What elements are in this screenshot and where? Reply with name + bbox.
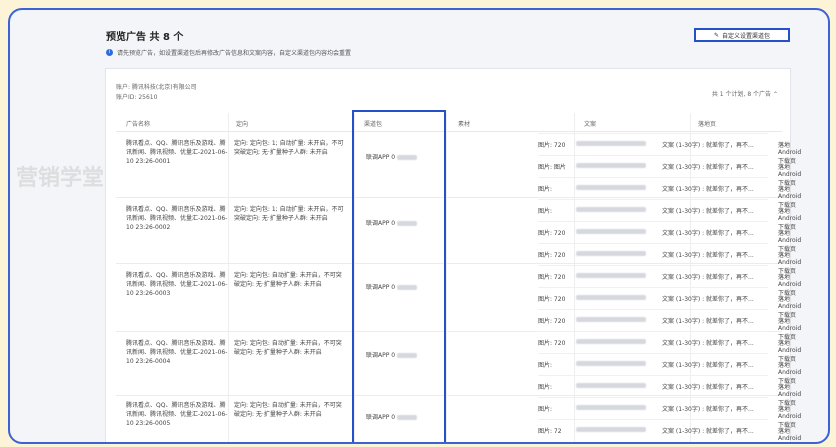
material-image: 图片: 720 xyxy=(538,230,566,237)
material-row: 图片: 文案 (1-30字) : 就差你了，再不... 落地Android下载页 xyxy=(538,397,801,429)
material-copy: 文案 (1-30字) : 就差你了，再不... xyxy=(662,274,754,281)
plan-summary[interactable]: 共 1 个计划, 8 个广告 ⌃ xyxy=(712,89,778,98)
blurred-value xyxy=(576,140,646,147)
custom-channel-button[interactable]: ✎ 自定义设置渠道包 xyxy=(694,28,790,42)
blurred-value xyxy=(576,360,646,367)
material-copy: 文案 (1-30字) : 就差你了，再不... xyxy=(662,318,754,325)
material-image: 图片: 720 xyxy=(538,142,566,149)
ad-name: 腾讯看点、QQ、腾讯音乐及游戏、腾讯新闻、腾讯视频、优量汇-2021-06-10… xyxy=(126,140,228,165)
blurred-value xyxy=(576,316,646,323)
material-copy: 文案 (1-30字) : 就差你了，再不... xyxy=(662,428,754,435)
page-title: 预览广告 共 8 个 xyxy=(106,32,184,43)
blurred-value xyxy=(576,426,646,433)
blurred-value xyxy=(576,206,646,213)
material-copy: 文案 (1-30字) : 就差你了，再不... xyxy=(662,142,754,149)
material-row: 图片: 720 文案 (1-30字) : 就差你了，再不... 落地Android下… xyxy=(538,265,801,297)
material-row: 图片: 图片 文案 (1-30字) : 就差你了，再不... 落地Android下载… xyxy=(538,155,801,187)
targeting-text: 定向: 定向包: 自动扩量: 未开启，不可突破定向: 无·扩量种子人群: 未开启 xyxy=(234,272,342,288)
preview-header: 预览广告 共 8 个 i 请先预览广告，如设置渠道包后再修改广告信息和文案内容，… xyxy=(98,26,798,66)
material-image: 图片: 72 xyxy=(538,428,562,435)
blurred-value xyxy=(576,250,646,257)
table-header: 广告名称 定向 渠道包 素材 文案 落地页 xyxy=(116,113,782,132)
preview-frame: 预览广告 共 8 个 i 请先预览广告，如设置渠道包后再修改广告信息和文案内容，… xyxy=(8,8,830,444)
blurred-value xyxy=(576,338,646,345)
chevron-up-icon: ⌃ xyxy=(772,91,778,98)
blurred-value xyxy=(576,404,646,411)
material-image: 图片: xyxy=(538,186,553,193)
edit-icon: ✎ xyxy=(713,31,719,39)
ad-name: 腾讯看点、QQ、腾讯音乐及游戏、腾讯新闻、腾讯视频、优量汇-2021-06-10… xyxy=(126,402,228,427)
material-copy: 文案 (1-30字) : 就差你了，再不... xyxy=(662,384,754,391)
channel-highlight-box xyxy=(352,110,446,442)
material-copy: 文案 (1-30字) : 就差你了，再不... xyxy=(662,230,754,237)
material-image: 图片: 图片 xyxy=(538,164,566,171)
material-copy: 文案 (1-30字) : 就差你了，再不... xyxy=(662,186,754,193)
blurred-value xyxy=(576,162,646,169)
account-info: 账户: 腾讯科技(北京)有限公司 账户ID: 25610 xyxy=(116,83,197,103)
info-icon: i xyxy=(106,49,113,56)
material-image: 图片: 720 xyxy=(538,318,566,325)
material-landing[interactable]: 落地Android下载页 xyxy=(778,426,801,442)
blurred-value xyxy=(576,294,646,301)
ad-name: 腾讯看点、QQ、腾讯音乐及游戏、腾讯新闻、腾讯视频、优量汇-2021-06-10… xyxy=(126,272,228,297)
account-id: 账户ID: 25610 xyxy=(116,94,158,101)
col-material: 素材 xyxy=(458,121,471,128)
preview-panel: 账户: 腾讯科技(北京)有限公司 账户ID: 25610 共 1 个计划, 8 … xyxy=(105,68,801,442)
material-row: 图片: 720 文案 (1-30字) : 就差你了，再不... 落地Android下… xyxy=(538,287,801,319)
material-image: 图片: 720 xyxy=(538,340,566,347)
material-row: 图片: 720 文案 (1-30字) : 就差你了，再不... 落地Android下… xyxy=(538,309,801,341)
material-row: 图片: 文案 (1-30字) : 就差你了，再不... 落地Android下载页 xyxy=(538,177,801,209)
material-row: 图片: 文案 (1-30字) : 就差你了，再不... 落地Android下载页 xyxy=(538,353,801,385)
material-copy: 文案 (1-30字) : 就差你了，再不... xyxy=(662,406,754,413)
material-copy: 文案 (1-30字) : 就差你了，再不... xyxy=(662,164,754,171)
blurred-value xyxy=(576,272,646,279)
account-name: 账户: 腾讯科技(北京)有限公司 xyxy=(116,84,197,91)
material-copy: 文案 (1-30字) : 就差你了，再不... xyxy=(662,362,754,369)
material-image: 图片: 720 xyxy=(538,296,566,303)
targeting-text: 定向: 定向包: 1; 自动扩量: 未开启，不可突破定向; 无·扩量种子人群: … xyxy=(234,140,344,156)
material-copy: 文案 (1-30字) : 就差你了，再不... xyxy=(662,340,754,347)
material-row: 图片: 720 文案 (1-30字) : 就差你了，再不... 落地Android下… xyxy=(538,331,801,363)
blurred-value xyxy=(576,228,646,235)
targeting-text: 定向: 定向包: 自动扩量: 未开启，不可突破定向: 无·扩量种子人群: 未开启 xyxy=(234,402,342,418)
material-copy: 文案 (1-30字) : 就差你了，再不... xyxy=(662,252,754,259)
material-row: 图片: 文案 (1-30字) : 就差你了，再不... 落地Android下载页 xyxy=(538,199,801,231)
ad-name: 腾讯看点、QQ、腾讯音乐及游戏、腾讯新闻、腾讯视频、优量汇-2021-06-10… xyxy=(126,340,228,365)
notice-text: 请先预览广告，如设置渠道包后再修改广告信息和文案内容，自定义渠道包内容均会重置 xyxy=(117,50,352,57)
material-image: 图片: 720 xyxy=(538,274,566,281)
targeting-text: 定向: 定向包: 1; 自动扩量: 未开启，不可突破定向: 无·扩量种子人群: … xyxy=(234,206,344,222)
material-image: 图片: xyxy=(538,406,553,413)
material-row: 图片: 文案 (1-30字) : 就差你了，再不... 落地Android下载页 xyxy=(538,375,801,407)
summary-text: 共 1 个计划, 8 个广告 xyxy=(711,91,772,98)
material-image: 图片: xyxy=(538,362,553,369)
targeting-text: 定向: 定向包: 自动扩量: 未开启，不可突破定向: 无·扩量种子人群: 未开启 xyxy=(234,340,342,356)
col-copy: 文案 xyxy=(584,121,597,128)
material-image: 图片: 720 xyxy=(538,252,566,259)
material-image: 图片: xyxy=(538,384,553,391)
notice-bar: i 请先预览广告，如设置渠道包后再修改广告信息和文案内容，自定义渠道包内容均会重… xyxy=(106,48,351,57)
col-landing: 落地页 xyxy=(698,121,717,128)
material-row: 图片: 72 文案 (1-30字) : 就差你了，再不... 落地Android下载… xyxy=(538,419,801,442)
ad-name: 腾讯看点、QQ、腾讯音乐及游戏、腾讯新闻、腾讯视频、优量汇-2021-06-10… xyxy=(126,206,228,231)
custom-channel-label: 自定义设置渠道包 xyxy=(722,32,771,40)
material-copy: 文案 (1-30字) : 就差你了，再不... xyxy=(662,296,754,303)
watermark-text: 营销学堂 xyxy=(16,166,105,191)
col-targeting: 定向 xyxy=(236,121,249,128)
material-copy: 文案 (1-30字) : 就差你了，再不... xyxy=(662,208,754,215)
blurred-value xyxy=(576,184,646,191)
col-ad-name: 广告名称 xyxy=(126,121,151,128)
material-row: 图片: 720 文案 (1-30字) : 就差你了，再不... 落地Android下… xyxy=(538,133,801,165)
material-row: 图片: 720 文案 (1-30字) : 就差你了，再不... 落地Android下… xyxy=(538,221,801,253)
material-image: 图片: xyxy=(538,208,553,215)
blurred-value xyxy=(576,382,646,389)
material-row: 图片: 720 文案 (1-30字) : 就差你了，再不... 落地Android下… xyxy=(538,243,801,275)
